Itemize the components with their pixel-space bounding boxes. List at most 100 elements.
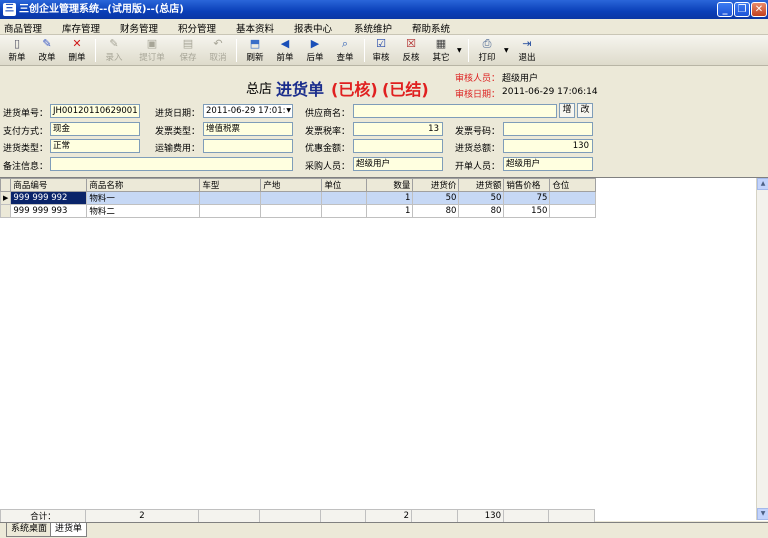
col-header[interactable]: 进货额	[458, 178, 505, 192]
other-icon: ▦	[435, 37, 447, 50]
table-row[interactable]: ▶ 999 999 992 物料一 1 50 50 75	[0, 191, 597, 205]
maker-field[interactable]: 超级用户	[503, 157, 593, 171]
document-tabs: 系统桌面 进货单	[0, 522, 768, 538]
cell-price[interactable]: 80	[412, 204, 460, 218]
toolbar-separator	[364, 39, 365, 62]
other-dropdown-arrow[interactable]: ▼	[457, 47, 462, 54]
col-header[interactable]: 仓位	[549, 178, 597, 192]
chevron-down-icon[interactable]: ▼	[286, 105, 291, 117]
exit-button[interactable]: ⇥ 退出	[514, 37, 540, 64]
cell-amount[interactable]: 80	[458, 204, 505, 218]
date-picker[interactable]: 2011-06-29 17:01: ▼	[203, 104, 293, 118]
edit-supplier-button[interactable]: 改	[577, 103, 593, 118]
invoice-no-field[interactable]	[503, 122, 593, 136]
menu-help[interactable]: 帮助系统	[412, 21, 450, 35]
menu-inventory[interactable]: 库存管理	[62, 21, 100, 35]
col-header[interactable]: 数量	[366, 178, 414, 192]
cell-sale-price[interactable]: 75	[503, 191, 551, 205]
cancel-button[interactable]: ↶ 取消	[205, 37, 231, 64]
supplier-label: 供应商名：	[305, 109, 351, 119]
search-button[interactable]: ⌕ 查单	[332, 37, 358, 64]
pay-method-field[interactable]: 现金	[50, 122, 140, 136]
save-button[interactable]: ▤ 保存	[175, 37, 201, 64]
invoice-type-field[interactable]: 增值税票	[203, 122, 293, 136]
menu-system[interactable]: 系统维护	[354, 21, 392, 35]
cell-sale-price[interactable]: 150	[503, 204, 551, 218]
pencil-icon: ✎	[42, 37, 52, 50]
col-header[interactable]: 产地	[260, 178, 323, 192]
cell-origin[interactable]	[260, 191, 323, 205]
scroll-down-icon[interactable]: ▼	[757, 508, 768, 520]
other-button[interactable]: ▦ 其它	[428, 37, 454, 64]
maker-label: 开单人员：	[455, 162, 501, 172]
row-indicator-header	[0, 178, 12, 192]
edit-button[interactable]: ✎ 改单	[34, 37, 60, 64]
prev-button[interactable]: ◀ 前单	[272, 37, 298, 64]
menu-points[interactable]: 积分管理	[178, 21, 216, 35]
tax-rate-field[interactable]: 13	[353, 122, 443, 136]
order-icon: ▣	[146, 37, 158, 50]
tab-desktop[interactable]: 系统桌面	[6, 523, 53, 537]
scroll-up-icon[interactable]: ▲	[757, 178, 768, 190]
cell-model[interactable]	[199, 191, 262, 205]
cell-unit[interactable]	[321, 191, 368, 205]
remark-field[interactable]	[50, 157, 293, 171]
supplier-field[interactable]	[353, 104, 557, 118]
remark-label: 备注信息：	[3, 162, 49, 172]
cell-code[interactable]: 999 999 993	[10, 204, 88, 218]
menu-basic-data[interactable]: 基本资料	[236, 21, 274, 35]
totals-label: 合计：	[0, 509, 86, 523]
cell-location[interactable]	[549, 204, 597, 218]
menu-goods[interactable]: 商品管理	[4, 21, 42, 35]
unaudit-button[interactable]: ☒ 反核	[398, 37, 424, 64]
order-button[interactable]: ▣ 提订单	[136, 37, 168, 64]
vertical-scrollbar[interactable]: ▲ ▼	[756, 178, 768, 520]
cell-code[interactable]: 999 999 992	[10, 191, 88, 205]
cell-location[interactable]	[549, 191, 597, 205]
cell-unit[interactable]	[321, 204, 368, 218]
add-supplier-button[interactable]: 增	[559, 103, 575, 118]
save-icon: ▤	[182, 37, 194, 50]
cell-model[interactable]	[199, 204, 262, 218]
cell-origin[interactable]	[260, 204, 323, 218]
discount-label: 优惠金额：	[305, 144, 351, 154]
exit-icon: ⇥	[522, 37, 532, 50]
buyer-field[interactable]: 超级用户	[353, 157, 443, 171]
cell-name[interactable]: 物料二	[86, 204, 201, 218]
table-row[interactable]: 999 999 993 物料二 1 80 80 150	[0, 204, 597, 218]
total-field[interactable]: 130	[503, 139, 593, 153]
menu-reports[interactable]: 报表中心	[294, 21, 332, 35]
col-header[interactable]: 单位	[321, 178, 368, 192]
refresh-icon: ⬒	[249, 37, 261, 50]
restore-button[interactable]: ❐	[734, 2, 750, 17]
refresh-button[interactable]: ⬒ 刷新	[242, 37, 268, 64]
cell-qty[interactable]: 1	[366, 204, 414, 218]
app-icon: 三	[3, 3, 16, 16]
col-header[interactable]: 商品编号	[10, 178, 88, 192]
cell-price[interactable]: 50	[412, 191, 460, 205]
col-header[interactable]: 销售价格	[503, 178, 551, 192]
status-audited: (已核)	[331, 80, 378, 99]
delete-button[interactable]: ✕ 删单	[64, 37, 90, 64]
cell-name[interactable]: 物料一	[86, 191, 201, 205]
print-dropdown-arrow[interactable]: ▼	[504, 47, 509, 54]
audit-button[interactable]: ☑ 审核	[368, 37, 394, 64]
col-header[interactable]: 车型	[199, 178, 262, 192]
discount-field[interactable]	[353, 139, 443, 153]
next-button[interactable]: ▶ 后单	[302, 37, 328, 64]
freight-field[interactable]	[203, 139, 293, 153]
print-button[interactable]: ⎙ 打印	[474, 37, 500, 64]
new-button[interactable]: ▯ 新单	[4, 37, 30, 64]
purchase-type-field[interactable]: 正常	[50, 139, 140, 153]
import-button[interactable]: ✎ 录入	[101, 37, 127, 64]
menu-finance[interactable]: 财务管理	[120, 21, 158, 35]
pen-icon: ✎	[109, 37, 119, 50]
close-button[interactable]: ✕	[751, 2, 767, 17]
tab-purchase-order[interactable]: 进货单	[50, 523, 88, 537]
minimize-button[interactable]: _	[717, 2, 733, 17]
col-header[interactable]: 商品名称	[86, 178, 201, 192]
cell-qty[interactable]: 1	[366, 191, 414, 205]
doc-no-field[interactable]: JH00120110629001	[50, 104, 140, 118]
cell-amount[interactable]: 50	[458, 191, 505, 205]
col-header[interactable]: 进货价	[412, 178, 460, 192]
